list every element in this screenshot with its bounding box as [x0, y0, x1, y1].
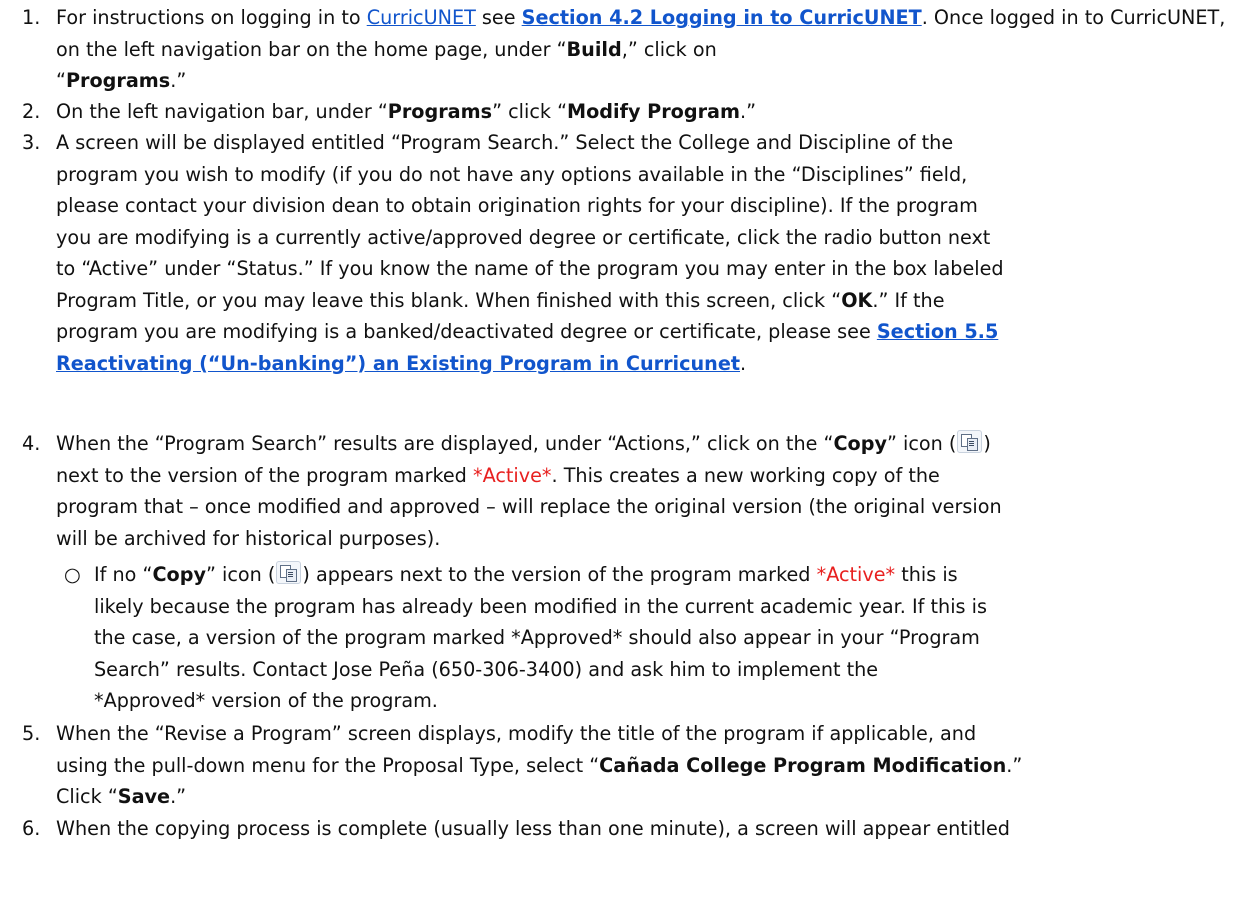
substep-copy-icon-missing: ○ If no “Copy” icon () appears next to t…: [64, 559, 1234, 717]
substep-text: If no “Copy” icon () appears next to the…: [94, 561, 987, 712]
copy-icon: [957, 430, 983, 453]
document-page: 1. For instructions on logging in to Cur…: [0, 0, 1238, 917]
step-text: When the copying process is complete (us…: [56, 817, 1010, 840]
step-3: 3. A screen will be displayed entitled “…: [22, 127, 1236, 379]
step-text: When the “Program Search” results are di…: [56, 430, 1002, 550]
step-text: On the left navigation bar, under “Progr…: [56, 100, 757, 123]
step-1: 1. For instructions on logging in to Cur…: [22, 2, 1236, 97]
step-number: 1.: [22, 6, 41, 29]
step-6: 6. When the copying process is complete …: [22, 813, 1236, 845]
copy-icon: [276, 561, 302, 584]
step-number: 2.: [22, 100, 41, 123]
step-number: 5.: [22, 722, 41, 745]
step-5: 5. When the “Revise a Program” screen di…: [22, 718, 1236, 813]
step-text: For instructions on logging in to Curric…: [56, 6, 1226, 92]
active-marker: *Active*: [472, 463, 552, 487]
hollow-bullet-icon: ○: [64, 563, 81, 586]
step-2: 2. On the left navigation bar, under “Pr…: [22, 96, 1236, 128]
step-text: A screen will be displayed entitled “Pro…: [56, 131, 1004, 375]
active-marker: *Active*: [816, 563, 896, 586]
step-number: 3.: [22, 131, 41, 154]
step-text: When the “Revise a Program” screen displ…: [56, 722, 1023, 808]
section-4-2-link[interactable]: Section 4.2 Logging in to CurricUNET: [522, 6, 922, 29]
curricunet-link[interactable]: CurricUNET: [367, 6, 476, 29]
step-number: 4.: [22, 432, 41, 455]
step-number: 6.: [22, 817, 41, 840]
step-4: 4. When the “Program Search” results are…: [22, 428, 1236, 554]
